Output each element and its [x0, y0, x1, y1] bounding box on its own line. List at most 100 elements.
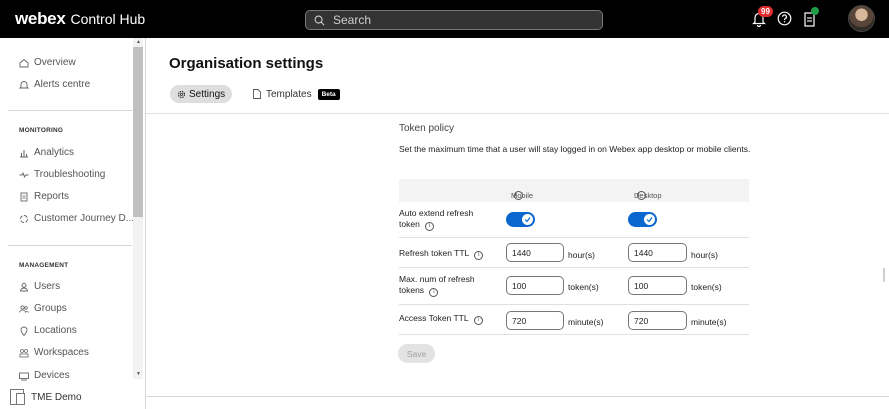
mobile-refresh-ttl-input[interactable]: 1440: [506, 243, 564, 262]
sidebar-item-label: Alerts centre: [34, 79, 91, 90]
row-label-text: Access Token TTL: [399, 313, 469, 323]
row-separator: [399, 237, 749, 238]
sidebar-scrollbar[interactable]: ▲ ▼: [133, 38, 143, 379]
sidebar-item-overview[interactable]: Overview: [19, 57, 76, 68]
journey-icon: [20, 214, 28, 223]
desktop-auto-extend-toggle[interactable]: [628, 212, 657, 227]
mobile-max-refresh-input[interactable]: 100: [506, 276, 564, 295]
auto-extend-label: Auto extend refresh token i: [399, 208, 494, 231]
info-icon[interactable]: i: [474, 251, 484, 260]
notification-count-badge: 99: [758, 6, 773, 17]
building-icon: [10, 389, 25, 405]
mobile-auto-extend-toggle[interactable]: [506, 212, 535, 227]
unit-label: hour(s): [691, 250, 718, 260]
resize-handle[interactable]: [883, 268, 885, 282]
user-icon: [20, 282, 28, 291]
workspaces-icon: [19, 348, 29, 357]
sidebar-item-label: Devices: [34, 370, 70, 381]
search-placeholder: Search: [333, 13, 372, 27]
scroll-up-arrow-icon[interactable]: ▲: [136, 39, 141, 45]
info-icon[interactable]: i: [429, 288, 439, 297]
sidebar-item-locations[interactable]: Locations: [19, 325, 77, 336]
check-icon: [646, 217, 653, 223]
token-policy-title: Token policy: [399, 123, 455, 134]
tasks-status-dot: [811, 7, 819, 15]
info-icon[interactable]: i: [514, 191, 523, 200]
sidebar-item-alerts-centre[interactable]: Alerts centre: [19, 79, 90, 90]
sidebar-item-label: Reports: [34, 191, 70, 202]
unit-label: minute(s): [568, 317, 604, 327]
tab-templates[interactable]: Templates Beta: [253, 85, 340, 103]
desktop-refresh-ttl-input[interactable]: 1440: [628, 243, 687, 262]
bell-icon: [19, 80, 29, 88]
check-icon: [524, 217, 531, 223]
document-icon: [253, 89, 261, 99]
report-icon: [20, 192, 28, 201]
scroll-down-arrow-icon[interactable]: ▼: [136, 371, 141, 377]
user-avatar[interactable]: [848, 5, 875, 32]
sidebar-item-label: Customer Journey D...: [34, 213, 135, 224]
content-divider: [146, 113, 889, 114]
sidebar-item-devices[interactable]: Devices: [19, 370, 70, 381]
tab-label: Settings: [189, 88, 226, 100]
sidebar: Overview Alerts centre MONITORING Analyt…: [0, 38, 146, 409]
row-label-text: Refresh token TTL: [399, 248, 469, 258]
devices-icon: [19, 372, 29, 380]
sidebar-item-groups[interactable]: Groups: [19, 303, 67, 314]
org-name: TME Demo: [31, 391, 82, 403]
access-ttl-label: Access Token TTL i: [399, 313, 483, 325]
unit-label: minute(s): [691, 317, 727, 327]
tab-label: Templates: [266, 88, 312, 100]
row-separator: [399, 304, 749, 305]
mobile-access-ttl-input[interactable]: 720: [506, 311, 564, 330]
refresh-ttl-label: Refresh token TTL i: [399, 248, 484, 260]
sidebar-item-analytics[interactable]: Analytics: [19, 147, 74, 158]
monitoring-heading: MONITORING: [19, 127, 64, 134]
sidebar-item-users[interactable]: Users: [19, 281, 60, 292]
scroll-thumb[interactable]: [133, 47, 143, 217]
sidebar-item-troubleshooting[interactable]: Troubleshooting: [19, 169, 105, 180]
sidebar-item-label: Locations: [34, 325, 77, 336]
sidebar-item-label: Groups: [34, 303, 67, 314]
info-icon[interactable]: i: [425, 222, 435, 231]
unit-label: token(s): [691, 282, 722, 292]
sidebar-divider: [8, 110, 132, 111]
sidebar-item-label: Troubleshooting: [34, 169, 106, 180]
desktop-access-ttl-input[interactable]: 720: [628, 311, 687, 330]
tab-settings[interactable]: Settings: [170, 85, 233, 103]
save-button[interactable]: Save: [398, 344, 435, 363]
bar-chart-icon: [20, 149, 28, 157]
row-separator: [399, 334, 749, 335]
beta-badge: Beta: [317, 88, 340, 100]
sidebar-item-label: Overview: [34, 57, 76, 68]
sidebar-item-label: Analytics: [34, 147, 75, 158]
management-heading: MANAGEMENT: [19, 262, 69, 269]
max-refresh-label: Max. num of refresh tokens i: [399, 274, 494, 297]
info-icon[interactable]: i: [473, 316, 483, 325]
info-icon[interactable]: i: [637, 191, 646, 200]
product-name: Control Hub: [70, 11, 146, 27]
sidebar-item-customer-journey[interactable]: Customer Journey D...: [19, 213, 134, 224]
org-switcher[interactable]: TME Demo: [10, 389, 82, 405]
search-icon: [314, 15, 325, 25]
sidebar-item-workspaces[interactable]: Workspaces: [19, 347, 89, 358]
sidebar-divider: [8, 245, 132, 246]
row-label-text: Auto extend refresh token: [399, 208, 474, 229]
page-title: Organisation settings: [169, 55, 324, 72]
help-icon[interactable]: [777, 11, 792, 26]
unit-label: hour(s): [568, 250, 595, 260]
webex-logo: webex: [15, 9, 66, 28]
desktop-max-refresh-input[interactable]: 100: [628, 276, 687, 295]
home-icon: [19, 58, 29, 67]
sidebar-item-label: Workspaces: [34, 347, 89, 358]
sidebar-item-label: Users: [34, 281, 61, 292]
brand-logo[interactable]: webex Control Hub: [15, 9, 145, 29]
search-input[interactable]: Search: [305, 10, 603, 30]
pulse-icon: [19, 171, 29, 178]
gear-icon: [177, 90, 186, 98]
bottom-divider: [146, 396, 889, 397]
groups-icon: [19, 304, 29, 313]
location-icon: [20, 326, 28, 336]
sidebar-item-reports[interactable]: Reports: [19, 191, 69, 202]
token-policy-description: Set the maximum time that a user will st…: [399, 144, 751, 154]
